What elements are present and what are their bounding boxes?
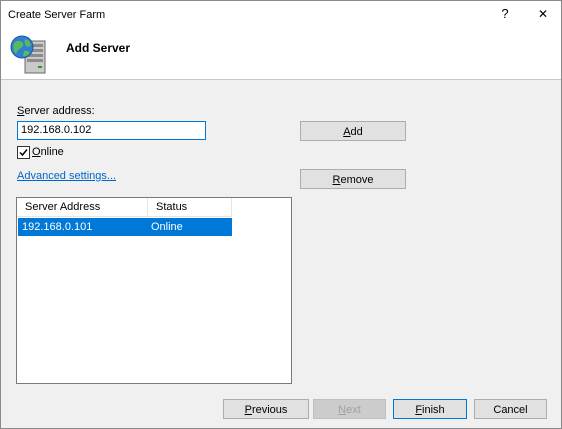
help-button[interactable]: ?: [492, 5, 518, 25]
dialog-window: Create Server Farm ? ✕ Add Server Server…: [0, 0, 562, 429]
cancel-button[interactable]: Cancel: [474, 399, 547, 419]
server-globe-icon: [10, 35, 46, 74]
server-address-label: Server address:: [17, 105, 95, 117]
cell-status: Online: [151, 221, 183, 233]
table-row[interactable]: 192.168.0.101 Online: [18, 218, 232, 236]
title-bar: Create Server Farm ? ✕: [1, 1, 561, 30]
window-title: Create Server Farm: [8, 9, 106, 21]
list-header: Server Address Status: [17, 198, 291, 217]
advanced-settings-link[interactable]: Advanced settings...: [17, 170, 116, 182]
previous-button[interactable]: Previous: [223, 399, 309, 419]
column-header-server-address[interactable]: Server Address: [17, 198, 148, 217]
column-header-status[interactable]: Status: [148, 198, 232, 217]
next-button[interactable]: Next: [313, 399, 386, 419]
cell-server-address: 192.168.0.101: [22, 221, 93, 233]
server-address-input[interactable]: [17, 121, 206, 140]
checkmark-icon: [19, 149, 28, 157]
close-button[interactable]: ✕: [530, 5, 556, 25]
online-checkbox[interactable]: [17, 146, 30, 159]
page-title: Add Server: [66, 41, 131, 55]
online-label: Online: [32, 146, 64, 158]
finish-button[interactable]: Finish: [393, 399, 467, 419]
remove-button[interactable]: Remove: [300, 169, 406, 189]
server-list[interactable]: Server Address Status 192.168.0.101 Onli…: [16, 197, 292, 384]
add-button[interactable]: Add: [300, 121, 406, 141]
wizard-header: Add Server: [1, 30, 561, 80]
